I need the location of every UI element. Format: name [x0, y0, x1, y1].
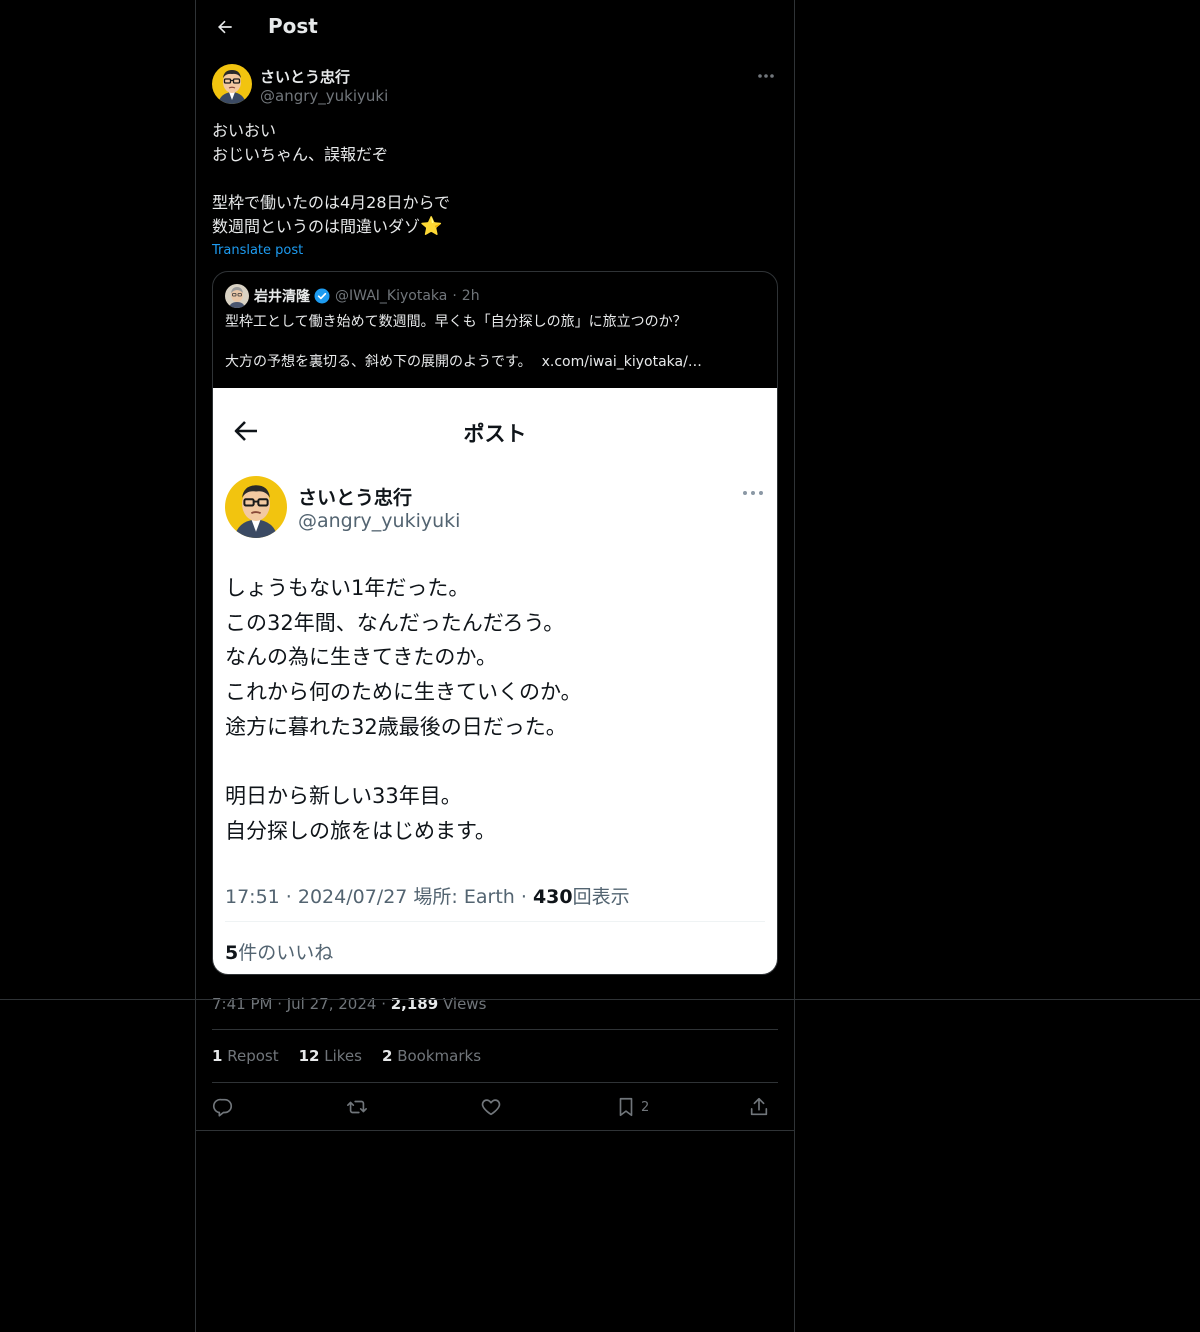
post-column: Post さいとう忠行 @angry_yukiyuki おいおい おじいちゃん、…	[195, 0, 795, 1332]
quoted-author-name: 岩井清隆	[254, 289, 310, 305]
reply-icon	[213, 1098, 233, 1117]
more-button[interactable]	[754, 64, 778, 88]
quoted-author-handle: @IWAI_Kiyotaka	[335, 288, 448, 304]
quoted-link[interactable]: x.com/iwai_kiyotaka/…	[542, 354, 702, 370]
translate-post-link[interactable]: Translate post	[212, 243, 303, 258]
post-time[interactable]: 7:41 PM · Jul 27, 2024	[212, 995, 376, 1013]
engagement-stats: 1 Repost 12 Likes 2 Bookmarks	[212, 1047, 481, 1065]
likes-stat[interactable]: 12 Likes	[299, 1047, 362, 1065]
action-bar: 2	[212, 1094, 778, 1120]
like-button[interactable]	[480, 1094, 502, 1120]
page-title: Post	[268, 14, 318, 38]
star-emoji: ⭐	[420, 216, 443, 237]
post-text: おいおい おじいちゃん、誤報だぞ 型枠で働いたのは4月28日からで 数週間という…	[212, 119, 778, 239]
screenshot-body-line: なんの為に生きてきたのか。	[225, 645, 497, 670]
share-icon	[750, 1097, 768, 1116]
post-text-line-text: 数週間というのは間違いダゾ	[212, 217, 421, 236]
screenshot-avatar	[225, 476, 287, 538]
screenshot-body: しょうもない1年だった。 この32年間、なんだったんだろう。 なんの為に生きてき…	[225, 571, 765, 849]
post-text-line: おじいちゃん、誤報だぞ	[212, 145, 389, 164]
likes-label: Likes	[324, 1047, 362, 1065]
quoted-post-header: 岩井清隆 @IWAI_Kiyotaka · 2h	[225, 284, 480, 308]
screenshot-author-name: さいとう忠行	[298, 487, 413, 509]
likes-count: 12	[298, 1047, 320, 1065]
share-button[interactable]	[748, 1094, 770, 1120]
post-text-line	[212, 167, 778, 191]
bookmarks-stat[interactable]: 2 Bookmarks	[382, 1047, 481, 1065]
post-text-line: 型枠で働いたのは4月28日からで	[212, 193, 451, 212]
post-text-line: 数週間というのは間違いダゾ⭐	[212, 215, 778, 239]
author-name[interactable]: さいとう忠行	[260, 66, 350, 87]
post-author: さいとう忠行 @angry_yukiyuki	[212, 64, 778, 108]
top-bar: Post	[196, 0, 794, 54]
separator-dot: ·	[376, 995, 391, 1013]
screenshot-author-handle: @angry_yukiyuki	[298, 510, 461, 532]
quoted-avatar[interactable]	[225, 284, 249, 308]
back-button[interactable]	[212, 14, 238, 40]
quoted-post[interactable]: 岩井清隆 @IWAI_Kiyotaka · 2h 型枠工として働き始めて数週間。…	[212, 271, 778, 975]
reposts-label: Repost	[227, 1047, 279, 1065]
divider	[225, 921, 765, 922]
screenshot-body-line: 途方に暮れた32歳最後の日だった。	[225, 714, 567, 739]
screenshot-likes-count: 5	[225, 942, 239, 964]
screenshot-meta: 17:51 · 2024/07/27 場所: Earth · 430回表示	[225, 882, 630, 909]
views-count: 2,189	[390, 995, 439, 1013]
attached-screenshot[interactable]: ポスト さいとう忠行 @angry_yukiyuki しょうもない1年だった。 …	[213, 388, 777, 974]
avatar[interactable]	[212, 64, 252, 104]
screenshot-likes-label: 件のいいね	[238, 942, 334, 964]
bookmark-icon	[619, 1097, 633, 1117]
repost-icon	[347, 1100, 367, 1114]
overlay-line	[0, 999, 1200, 1000]
screenshot-meta-prefix: 17:51 · 2024/07/27 場所: Earth ·	[225, 886, 533, 908]
reposts-stat[interactable]: 1 Repost	[212, 1047, 279, 1065]
divider	[212, 1082, 778, 1083]
divider	[212, 1029, 778, 1030]
screenshot-views-label: 回表示	[572, 886, 630, 908]
screenshot-body-line: この32年間、なんだったんだろう。	[225, 610, 565, 635]
screenshot-body-line: 明日から新しい33年目。	[225, 784, 462, 809]
quoted-text-line: 型枠工として働き始めて数週間。早くも「自分探しの旅」に旅立つのか？	[225, 314, 687, 330]
screenshot-likes: 5件のいいね	[225, 938, 333, 965]
heart-icon	[481, 1099, 501, 1116]
quoted-text: 型枠工として働き始めて数週間。早くも「自分探しの旅」に旅立つのか？ 大方の予想を…	[225, 312, 765, 372]
screenshot-body-line: 自分探しの旅をはじめます。	[225, 818, 496, 843]
quoted-text-spacer	[225, 332, 765, 352]
reposts-count: 1	[212, 1047, 223, 1065]
post-timestamp: 7:41 PM · Jul 27, 2024 · 2,189 Views	[212, 995, 486, 1013]
screenshot-views-count: 430	[532, 886, 573, 908]
screenshot-body-line: これから何のために生きていくのか。	[225, 680, 582, 705]
post-text-line: おいおい	[212, 121, 277, 140]
quoted-text-line-text: 大方の予想を裏切る、斜め下の展開のようです。	[225, 354, 532, 370]
divider	[196, 1130, 794, 1131]
bookmarks-label: Bookmarks	[397, 1047, 482, 1065]
ellipsis-icon	[758, 74, 774, 78]
screenshot-body-line: しょうもない1年だった。	[225, 576, 470, 600]
separator-dot: ·	[452, 288, 457, 304]
reply-button[interactable]	[212, 1094, 234, 1120]
repost-button[interactable]	[345, 1094, 369, 1120]
verified-badge-icon	[314, 288, 330, 304]
screenshot-title: ポスト	[463, 422, 527, 446]
screenshot-body-line	[225, 744, 765, 779]
bookmark-count: 2	[641, 1099, 650, 1115]
bookmark-button[interactable]: 2	[615, 1094, 649, 1120]
bookmarks-count: 2	[381, 1047, 393, 1065]
ellipsis-icon	[743, 491, 763, 495]
arrow-left-icon	[218, 20, 232, 34]
quoted-text-line: 大方の予想を裏切る、斜め下の展開のようです。 x.com/iwai_kiyotak…	[225, 352, 765, 372]
author-handle[interactable]: @angry_yukiyuki	[260, 87, 388, 105]
quoted-timestamp: 2h	[461, 288, 480, 304]
views-label: Views	[442, 995, 487, 1013]
